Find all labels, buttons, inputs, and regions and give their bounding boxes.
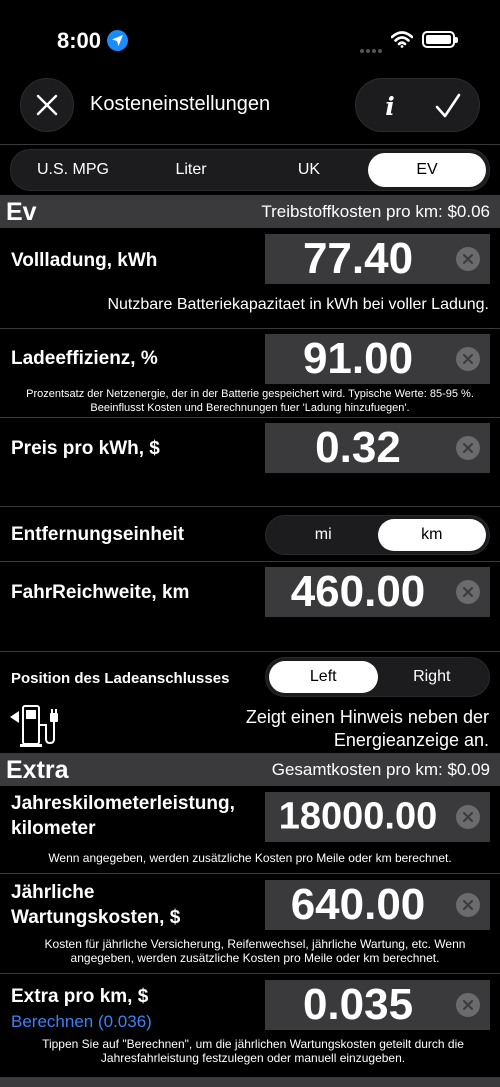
full-charge-value: 77.40 bbox=[302, 234, 414, 283]
segment-ev[interactable]: EV bbox=[368, 153, 486, 187]
segment-us-mpg[interactable]: U.S. MPG bbox=[14, 153, 132, 187]
charge-efficiency-label: Ladeeffizienz, % bbox=[11, 348, 158, 369]
calculate-link[interactable]: Berechnen (0.036) bbox=[11, 1012, 152, 1032]
status-time: 8:00 bbox=[57, 28, 102, 53]
clear-icon[interactable] bbox=[456, 805, 480, 829]
confirm-button[interactable] bbox=[434, 92, 462, 125]
annual-km-label: Jahreskilometerleistung, kilometer bbox=[11, 793, 235, 839]
annual-km-value: 18000.00 bbox=[278, 795, 438, 838]
checkmark-icon bbox=[435, 93, 461, 118]
divider bbox=[0, 651, 500, 652]
full-charge-hint: Nutzbare Batteriekapazitaet in kWh bei v… bbox=[107, 296, 489, 313]
divider bbox=[0, 561, 500, 562]
section-header-next bbox=[0, 1077, 500, 1087]
location-arrow-icon bbox=[107, 30, 128, 51]
wifi-icon bbox=[390, 31, 414, 53]
info-button[interactable]: i bbox=[370, 79, 410, 133]
clear-icon[interactable] bbox=[456, 436, 480, 460]
extra-per-km-value: 0.035 bbox=[302, 980, 414, 1029]
distance-unit-segmented-control: mi km bbox=[265, 515, 490, 555]
full-charge-label: Vollladung, kWh bbox=[11, 250, 158, 271]
page-title: Kosteneinstellungen bbox=[90, 93, 271, 115]
full-charge-input[interactable]: 77.40 bbox=[265, 234, 490, 284]
extra-per-km-label: Extra pro km, $ bbox=[11, 986, 149, 1007]
nav-actions: i bbox=[355, 78, 480, 132]
maintenance-hint: Kosten für jährliche Versicherung, Reife… bbox=[44, 937, 466, 965]
charge-efficiency-hint: Prozentsatz der Netzenergie, der in der … bbox=[26, 388, 474, 414]
distance-unit-label: Entfernungseinheit bbox=[11, 524, 185, 545]
section-title: Extra bbox=[6, 756, 69, 784]
segment-right[interactable]: Right bbox=[378, 661, 487, 693]
segment-left[interactable]: Left bbox=[269, 661, 378, 693]
battery-icon bbox=[422, 31, 458, 48]
close-icon bbox=[36, 94, 58, 116]
close-button[interactable] bbox=[20, 78, 74, 132]
clear-icon[interactable] bbox=[456, 580, 480, 604]
status-bar: 8:00 bbox=[0, 0, 500, 70]
divider bbox=[0, 873, 500, 874]
segment-mi[interactable]: mi bbox=[269, 519, 378, 551]
segment-uk[interactable]: UK bbox=[250, 153, 368, 187]
fuel-cost-per-km: Treibstoffkosten pro km: $0.06 bbox=[261, 202, 490, 221]
clear-icon[interactable] bbox=[456, 247, 480, 271]
annual-km-hint: Wenn angegeben, werden zusätzliche Koste… bbox=[48, 851, 452, 865]
extra-per-km-input[interactable]: 0.035 bbox=[265, 980, 490, 1030]
divider bbox=[0, 417, 500, 418]
divider bbox=[0, 506, 500, 507]
divider bbox=[0, 328, 500, 329]
section-title: Ev bbox=[6, 198, 37, 226]
maintenance-value: 640.00 bbox=[290, 880, 426, 929]
charge-port-label: Position des Ladeanschlusses bbox=[11, 670, 230, 687]
clear-icon[interactable] bbox=[456, 993, 480, 1017]
charge-port-segmented-control: Left Right bbox=[265, 657, 490, 697]
maintenance-input[interactable]: 640.00 bbox=[265, 880, 490, 930]
range-value: 460.00 bbox=[290, 567, 426, 616]
clear-icon[interactable] bbox=[456, 347, 480, 371]
segment-liter[interactable]: Liter bbox=[132, 153, 250, 187]
price-kwh-input[interactable]: 0.32 bbox=[265, 423, 490, 473]
price-kwh-label: Preis pro kWh, $ bbox=[11, 438, 160, 459]
section-header-extra: Extra Gesamtkosten pro km: $0.09 bbox=[0, 753, 500, 786]
charger-station-icon bbox=[10, 703, 62, 754]
section-header-ev: Ev Treibstoffkosten pro km: $0.06 bbox=[0, 195, 500, 228]
range-label: FahrReichweite, km bbox=[11, 582, 190, 603]
extra-per-km-hint: Tippen Sie auf "Berechnen", um die jährl… bbox=[42, 1037, 464, 1065]
range-input[interactable]: 460.00 bbox=[265, 567, 490, 617]
charge-efficiency-input[interactable]: 91.00 bbox=[265, 334, 490, 384]
charge-efficiency-value: 91.00 bbox=[302, 334, 414, 383]
segment-km[interactable]: km bbox=[377, 519, 486, 551]
clear-icon[interactable] bbox=[456, 893, 480, 917]
price-kwh-value: 0.32 bbox=[315, 423, 401, 472]
total-cost-per-km: Gesamtkosten pro km: $0.09 bbox=[271, 760, 490, 779]
annual-km-input[interactable]: 18000.00 bbox=[265, 792, 490, 842]
nav-bar: Kosteneinstellungen i bbox=[0, 76, 500, 134]
divider bbox=[0, 973, 500, 974]
units-segmented-control: U.S. MPG Liter UK EV bbox=[10, 149, 490, 191]
divider bbox=[0, 144, 500, 145]
maintenance-label: Jährliche Wartungskosten, $ bbox=[11, 882, 181, 928]
cellular-signal-icon bbox=[360, 40, 384, 58]
charge-port-hint: Zeigt einen Hinweis neben der Energieanz… bbox=[245, 707, 489, 750]
